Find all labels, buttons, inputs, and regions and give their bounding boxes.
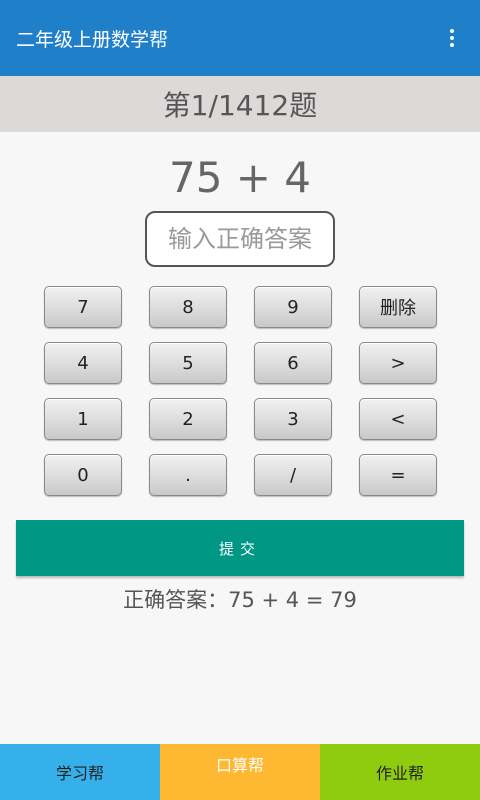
key-9[interactable]: 9 <box>254 286 332 328</box>
question-progress-bar: 第1/1412题 <box>0 76 480 132</box>
answer-box <box>145 211 335 267</box>
more-vert-icon[interactable] <box>440 18 464 58</box>
key-4[interactable]: 4 <box>44 342 122 384</box>
key-less-than[interactable]: < <box>359 398 437 440</box>
keypad: 7 8 9 删除 4 5 6 > 1 2 3 < 0 . / = <box>44 286 438 496</box>
app-title: 二年级上册数学帮 <box>16 28 169 51</box>
key-6[interactable]: 6 <box>254 342 332 384</box>
answer-input[interactable] <box>152 225 328 253</box>
question-progress: 第1/1412题 <box>162 89 318 122</box>
correct-answer-text: 正确答案：75 + 4 = 79 <box>123 588 357 612</box>
key-8[interactable]: 8 <box>149 286 227 328</box>
key-2[interactable]: 2 <box>149 398 227 440</box>
key-slash[interactable]: / <box>254 454 332 496</box>
menu-dot <box>450 29 454 33</box>
key-0[interactable]: 0 <box>44 454 122 496</box>
key-delete[interactable]: 删除 <box>359 286 437 328</box>
app-bar: 二年级上册数学帮 <box>0 0 480 76</box>
key-equals[interactable]: = <box>359 454 437 496</box>
menu-dot <box>450 36 454 40</box>
menu-dot <box>450 43 454 47</box>
nav-tab-mental-math[interactable]: 口算帮 <box>160 744 320 800</box>
key-1[interactable]: 1 <box>44 398 122 440</box>
key-3[interactable]: 3 <box>254 398 332 440</box>
nav-tab-homework[interactable]: 作业帮 <box>320 744 480 800</box>
key-7[interactable]: 7 <box>44 286 122 328</box>
key-greater-than[interactable]: > <box>359 342 437 384</box>
bottom-nav: 学习帮 口算帮 作业帮 <box>0 744 480 800</box>
question-expression: 75 + 4 <box>168 153 312 202</box>
key-dot[interactable]: . <box>149 454 227 496</box>
nav-tab-study[interactable]: 学习帮 <box>0 744 160 800</box>
submit-button[interactable]: 提交 <box>16 520 464 576</box>
key-5[interactable]: 5 <box>149 342 227 384</box>
